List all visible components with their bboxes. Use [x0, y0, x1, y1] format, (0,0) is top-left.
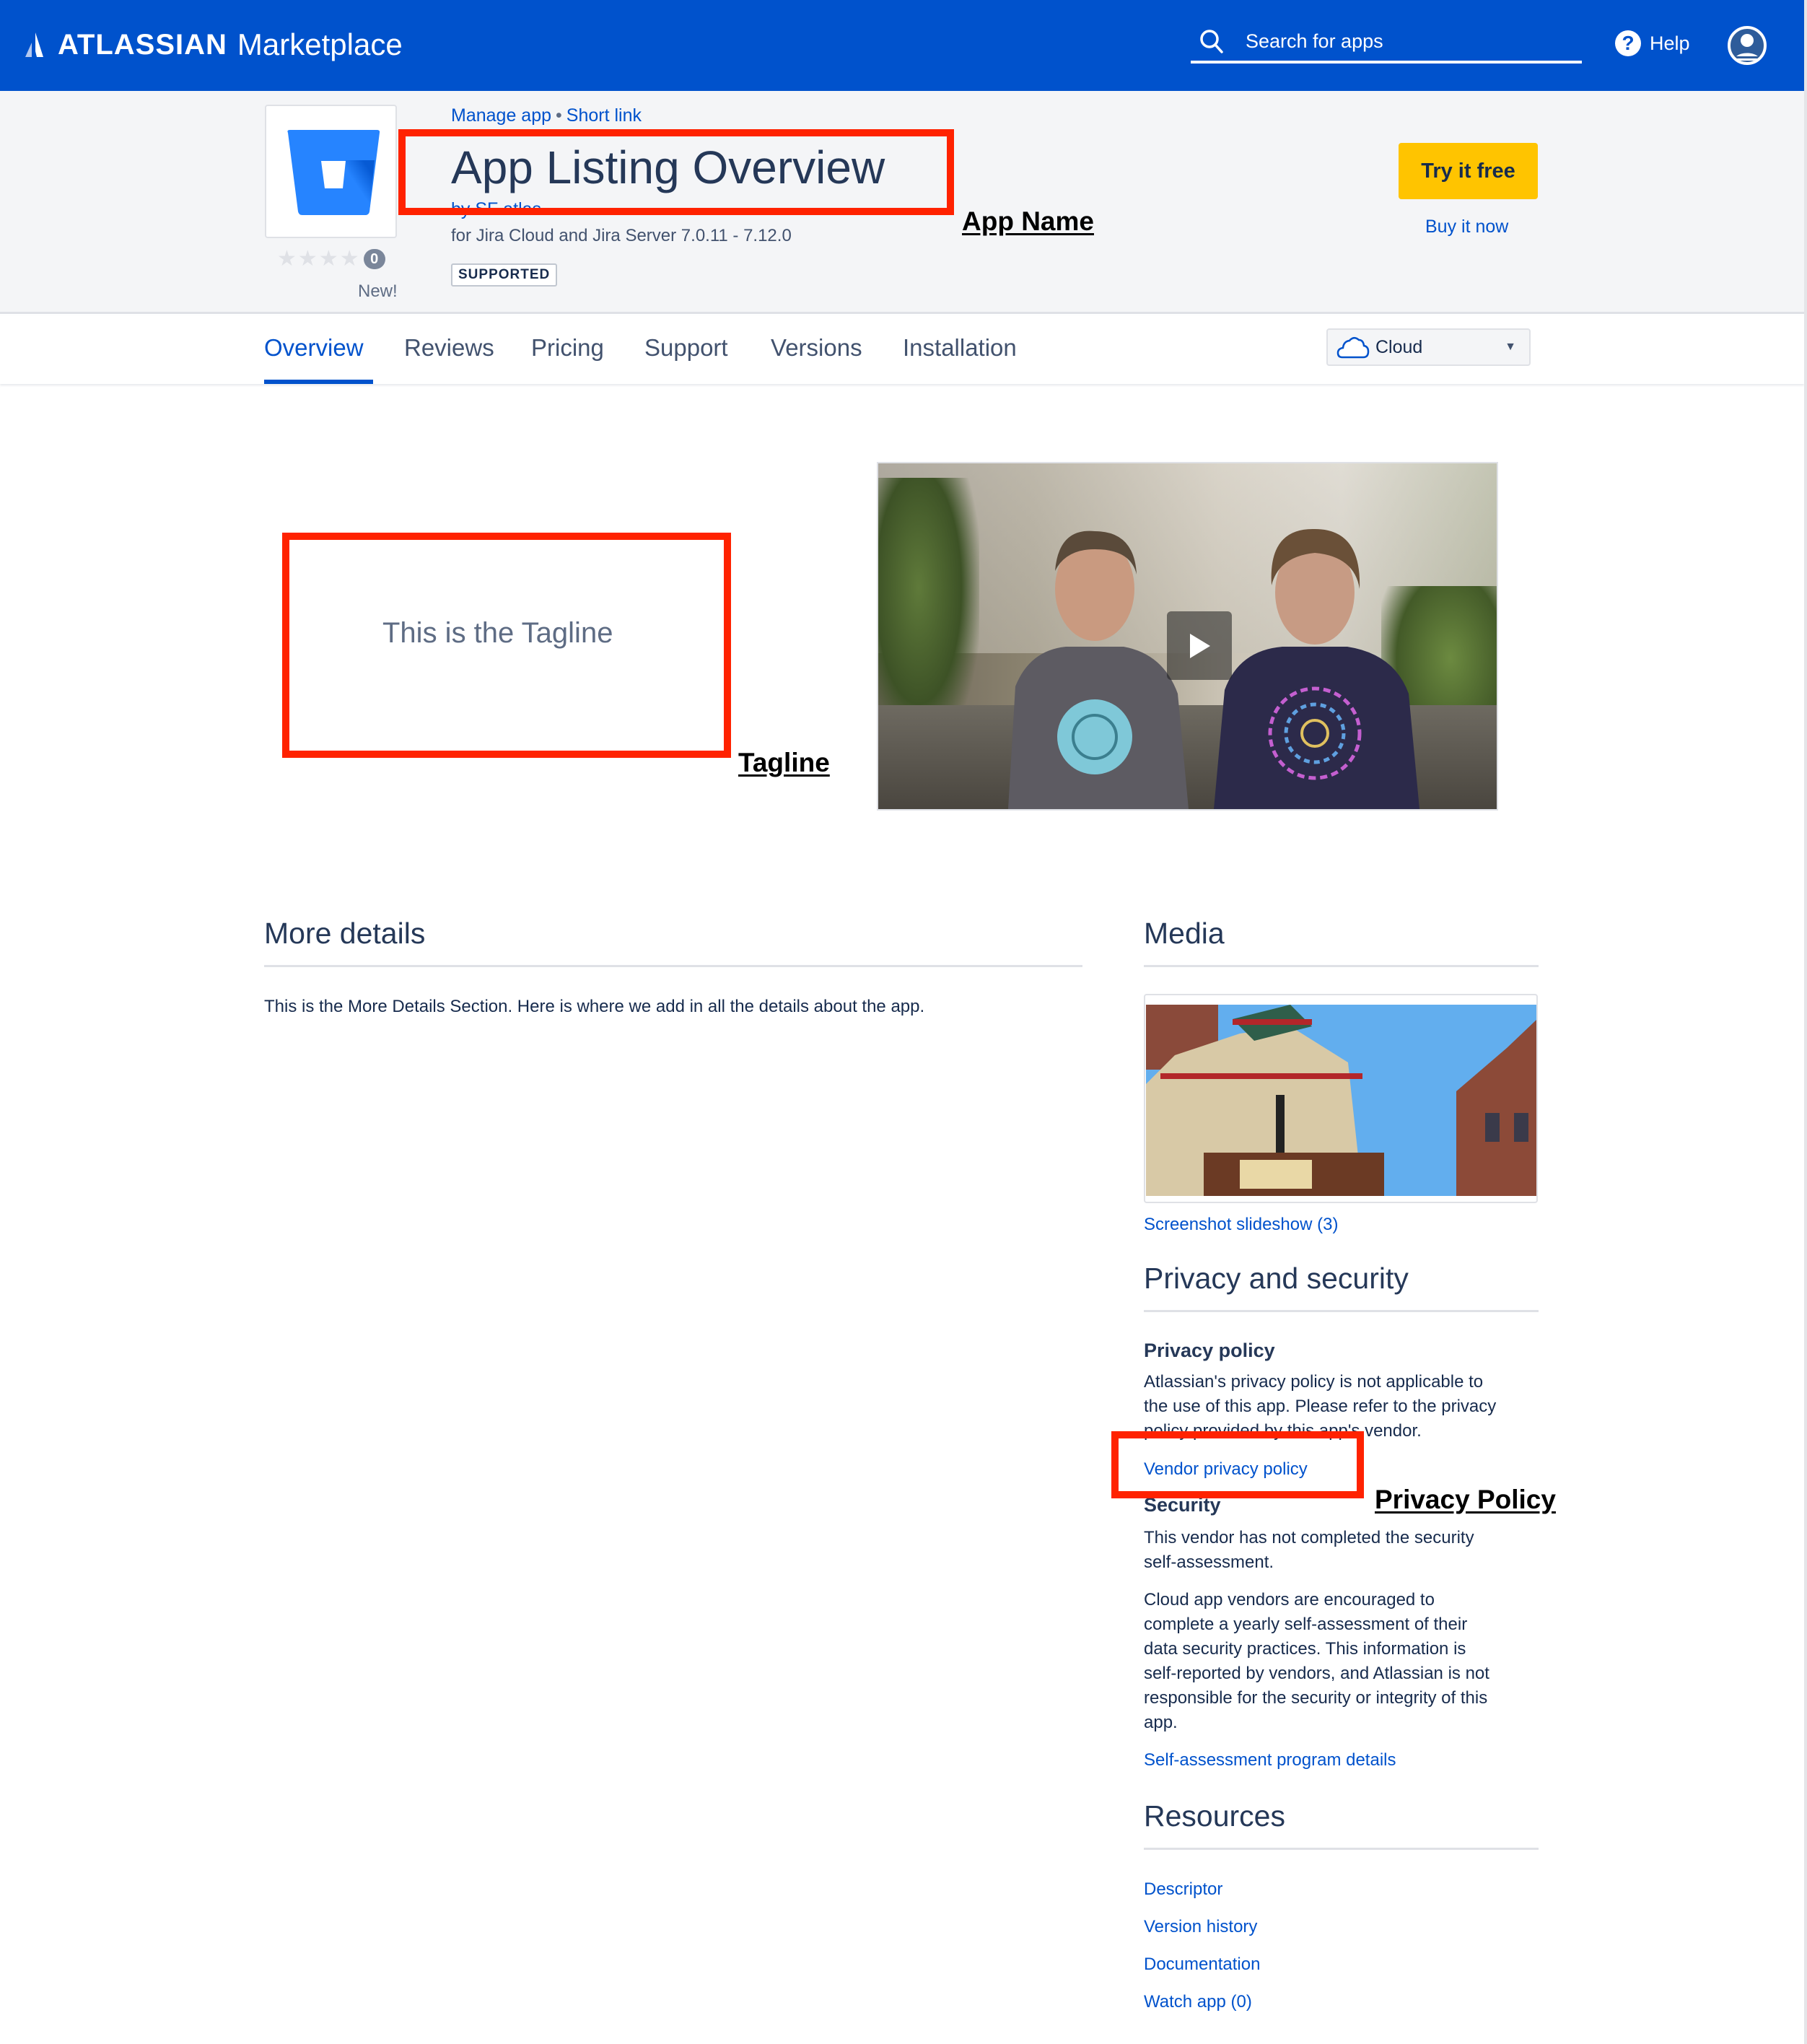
app-name-highlight-box	[398, 129, 954, 215]
hosting-select[interactable]: Cloud ▼	[1326, 328, 1531, 366]
security-info-line: responsible for the security or integrit…	[1144, 1688, 1488, 1708]
app-name-annotation: App Name	[962, 206, 1094, 236]
buy-it-now-link[interactable]: Buy it now	[1425, 217, 1508, 237]
tagline-highlight-box	[282, 533, 731, 758]
security-status-line: This vendor has not completed the securi…	[1144, 1528, 1474, 1547]
privacy-policy-annotation: Privacy Policy	[1375, 1485, 1556, 1514]
search-icon	[1200, 30, 1223, 53]
screenshot-slideshow-link[interactable]: Screenshot slideshow (3)	[1144, 1215, 1338, 1235]
more-details-heading: More details	[264, 917, 426, 950]
help-circle-icon: ?	[1615, 30, 1641, 56]
tab-versions[interactable]: Versions	[771, 334, 862, 362]
star-empty-icon: ★	[339, 247, 359, 271]
tab-reviews[interactable]: Reviews	[404, 334, 494, 362]
privacy-policy-highlight-box	[1111, 1431, 1364, 1498]
brand-product-name: Marketplace	[237, 27, 403, 61]
star-empty-icon: ★	[318, 247, 338, 271]
search-input[interactable]: Search for apps	[1191, 22, 1582, 64]
privacy-policy-line: the use of this app. Please refer to the…	[1144, 1397, 1497, 1416]
tab-overview[interactable]: Overview	[264, 334, 364, 362]
brand-wordmark: ATLASSIAN	[58, 28, 227, 61]
descriptor-link[interactable]: Descriptor	[1144, 1879, 1222, 1900]
security-info-text: Cloud app vendors are encouraged to comp…	[1144, 1588, 1548, 1735]
hosting-select-value: Cloud	[1375, 336, 1423, 357]
media-divider	[1144, 965, 1539, 967]
security-status-text: This vendor has not completed the securi…	[1144, 1526, 1548, 1575]
security-info-line: Cloud app vendors are encouraged to	[1144, 1590, 1435, 1610]
breadcrumb-separator: •	[556, 105, 562, 126]
help-label: Help	[1650, 32, 1690, 54]
more-details-body: This is the More Details Section. Here i…	[264, 997, 925, 1016]
compatibility-text: for Jira Cloud and Jira Server 7.0.11 - …	[451, 226, 792, 245]
more-details-divider	[264, 965, 1082, 967]
security-info-line: complete a yearly self-assessment of the…	[1144, 1615, 1468, 1634]
screenshot-thumbnail[interactable]	[1144, 994, 1538, 1203]
documentation-link[interactable]: Documentation	[1144, 1955, 1260, 1975]
version-history-link[interactable]: Version history	[1144, 1917, 1257, 1937]
try-it-free-button[interactable]: Try it free	[1399, 143, 1538, 199]
bitbucket-logo-icon	[287, 130, 380, 215]
privacy-policy-heading: Privacy policy	[1144, 1340, 1275, 1361]
privacy-security-divider	[1144, 1310, 1539, 1312]
resources-divider	[1144, 1848, 1539, 1850]
active-tab-indicator	[264, 380, 373, 384]
media-heading: Media	[1144, 917, 1225, 950]
tab-pricing[interactable]: Pricing	[531, 334, 604, 362]
rating-stars: ★ ★ ★ ★ 0	[277, 248, 385, 270]
star-empty-icon: ★	[277, 247, 297, 271]
help-button[interactable]: ? Help	[1615, 30, 1690, 56]
tab-installation[interactable]: Installation	[903, 334, 1017, 362]
screenshot-image	[1146, 1005, 1536, 1196]
play-button[interactable]	[1167, 611, 1232, 680]
tagline-annotation: Tagline	[738, 748, 830, 777]
star-empty-icon: ★	[297, 247, 318, 271]
breadcrumb: Manage app • Short link	[451, 105, 642, 126]
listing-tabs: Overview Reviews Pricing Support Version…	[0, 316, 1804, 384]
overview-video[interactable]	[877, 462, 1498, 811]
video-person-right	[1214, 528, 1419, 809]
user-avatar-icon[interactable]	[1728, 26, 1767, 65]
chinatown-photo	[1146, 1005, 1536, 1196]
person-silhouette-icon	[1734, 34, 1760, 61]
cloud-icon	[1336, 337, 1370, 359]
atlassian-marketplace-logo[interactable]: ATLASSIAN Marketplace	[23, 26, 403, 64]
play-icon	[1190, 633, 1210, 658]
privacy-security-heading: Privacy and security	[1144, 1262, 1409, 1295]
tab-support[interactable]: Support	[644, 334, 728, 362]
security-info-line: app.	[1144, 1713, 1178, 1732]
chevron-down-icon: ▼	[1505, 341, 1516, 353]
security-info-line: self-reported by vendors, and Atlassian …	[1144, 1664, 1489, 1683]
short-link[interactable]: Short link	[566, 105, 642, 126]
page-edge	[1804, 0, 1807, 2044]
security-info-line: data security practices. This informatio…	[1144, 1639, 1466, 1659]
review-count-badge[interactable]: 0	[363, 249, 385, 269]
search-placeholder: Search for apps	[1246, 30, 1383, 52]
top-navigation-bar: ATLASSIAN Marketplace Search for apps ? …	[0, 0, 1804, 91]
privacy-policy-line: Atlassian's privacy policy is not applic…	[1144, 1372, 1484, 1392]
support-badge: SUPPORTED	[451, 263, 558, 287]
self-assessment-link[interactable]: Self-assessment program details	[1144, 1750, 1396, 1770]
watch-app-link[interactable]: Watch app (0)	[1144, 1992, 1252, 2012]
security-status-line: self-assessment.	[1144, 1552, 1274, 1572]
resources-heading: Resources	[1144, 1799, 1285, 1833]
manage-app-link[interactable]: Manage app	[451, 105, 551, 126]
app-logo	[265, 105, 397, 238]
atlassian-logo-icon	[25, 32, 43, 57]
new-app-label: New!	[358, 281, 398, 301]
